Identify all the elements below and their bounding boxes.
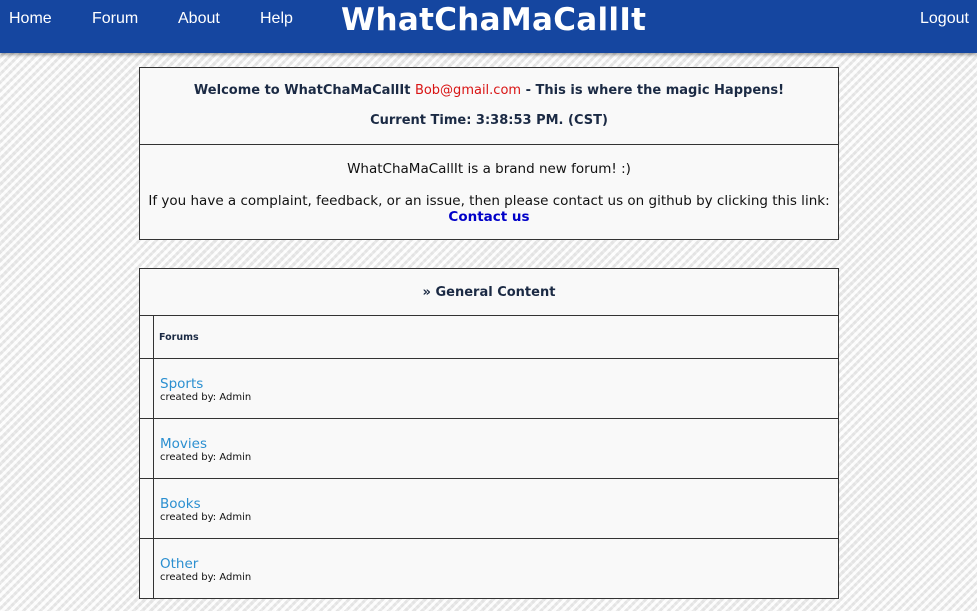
info-contact-text: If you have a complaint, feedback, or an… [148, 193, 830, 209]
nav-help-link[interactable]: Help [260, 10, 293, 28]
forums-header-row: Forums [139, 315, 839, 359]
user-email: Bob@gmail.com [414, 83, 522, 98]
row-gutter [140, 359, 154, 418]
forum-creator: created by: Admin [160, 452, 252, 463]
forum-creator: created by: Admin [160, 392, 252, 403]
forum-row: Books created by: Admin [139, 479, 839, 539]
welcome-suffix: - This is where the magic Happens! [525, 83, 785, 98]
forum-creator: created by: Admin [160, 572, 252, 583]
welcome-message: Welcome to WhatChaMaCallIt Bob@gmail.com… [140, 83, 838, 98]
nav-logout-link[interactable]: Logout [920, 10, 969, 28]
nav-about-link[interactable]: About [178, 10, 220, 28]
forum-link-books[interactable]: Books [160, 496, 201, 512]
contact-us-link[interactable]: Contact us [140, 209, 838, 225]
row-gutter [140, 419, 154, 478]
forum-row: Sports created by: Admin [139, 359, 839, 419]
info-intro: WhatChaMaCallIt is a brand new forum! :) [347, 161, 631, 177]
nav-home-link[interactable]: Home [9, 10, 52, 28]
forum-row: Movies created by: Admin [139, 419, 839, 479]
row-gutter [140, 479, 154, 538]
welcome-panel: Welcome to WhatChaMaCallIt Bob@gmail.com… [139, 67, 839, 145]
nav-forum-link[interactable]: Forum [92, 10, 138, 28]
section-title: » General Content [422, 285, 556, 300]
welcome-prefix: Welcome to WhatChaMaCallIt [193, 83, 411, 98]
forums-column-header: Forums [159, 332, 199, 343]
forum-link-other[interactable]: Other [160, 556, 198, 572]
forum-creator: created by: Admin [160, 512, 252, 523]
row-gutter [140, 316, 154, 358]
forum-link-movies[interactable]: Movies [160, 436, 207, 452]
top-navigation-bar: Home Forum About Help WhatChaMaCallIt Lo… [0, 0, 977, 53]
general-content-header: » General Content [139, 268, 839, 316]
forum-row: Other created by: Admin [139, 539, 839, 599]
current-time: Current Time: 3:38:53 PM. (CST) [370, 113, 608, 128]
info-panel: WhatChaMaCallIt is a brand new forum! :)… [139, 144, 839, 240]
row-gutter [140, 539, 154, 598]
site-title: WhatChaMaCallIt [341, 2, 647, 38]
forum-link-sports[interactable]: Sports [160, 376, 203, 392]
